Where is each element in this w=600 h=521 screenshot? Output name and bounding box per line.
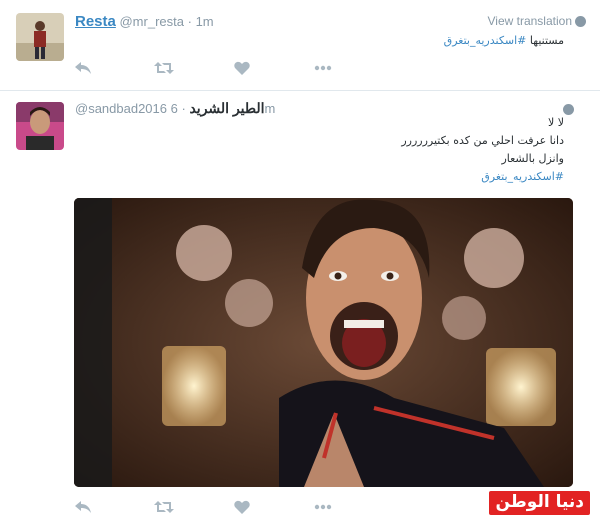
like-button[interactable] xyxy=(234,58,314,78)
timestamp[interactable]: 1m xyxy=(196,14,214,29)
more-icon xyxy=(314,65,332,71)
retweet-icon xyxy=(154,501,174,513)
more-button[interactable] xyxy=(314,58,394,78)
reply-icon xyxy=(75,62,91,74)
avatar[interactable] xyxy=(16,13,64,61)
tweet-header: Resta @mr_resta · 1m xyxy=(75,13,214,30)
hashtag-link[interactable]: #اسكندريه_بتغرق xyxy=(481,170,564,184)
tweet-sandbad: @sandbad2016 الطير الشريد · 6m لا لا دان… xyxy=(0,92,600,521)
globe-icon xyxy=(563,104,574,115)
reply-icon xyxy=(75,501,91,513)
view-translation-link[interactable]: View translation xyxy=(488,14,573,28)
more-button[interactable] xyxy=(314,497,394,517)
retweet-button[interactable] xyxy=(154,497,234,517)
tweet-resta: Resta @mr_resta · 1m View translation مس… xyxy=(0,0,600,91)
tweet-actions xyxy=(74,58,394,78)
reply-button[interactable] xyxy=(74,497,154,517)
handle[interactable]: @sandbad2016 xyxy=(75,101,167,116)
tweet-text-line: وانزل بالشعار xyxy=(501,152,564,165)
separator: · xyxy=(181,101,186,116)
watermark-logo: دنيا الوطن xyxy=(489,491,590,515)
tweet-text-body: مستنيها xyxy=(529,34,564,47)
tweet-text-line: دانا عرفت احلي من كده بكتيرررررر xyxy=(401,134,564,147)
tweet-media-photo[interactable] xyxy=(74,198,573,487)
tweet-text-line: لا لا xyxy=(547,116,564,129)
tweet-header: @sandbad2016 الطير الشريد · 6m xyxy=(75,100,275,117)
avatar[interactable] xyxy=(16,102,64,150)
tweet-actions xyxy=(74,497,394,517)
hashtag-link[interactable]: #اسكندريه_بتغرق xyxy=(444,34,527,47)
globe-icon xyxy=(575,16,586,27)
like-icon xyxy=(234,61,250,75)
like-button[interactable] xyxy=(234,497,314,517)
more-icon xyxy=(314,504,332,510)
retweet-button[interactable] xyxy=(154,58,234,78)
tweet-text: مستنيها #اسكندريه_بتغرق xyxy=(444,34,564,48)
like-icon xyxy=(234,500,250,514)
display-name[interactable]: الطير الشريد xyxy=(189,100,264,116)
display-name[interactable]: Resta xyxy=(75,13,116,30)
retweet-icon xyxy=(154,62,174,74)
separator: · xyxy=(187,14,192,29)
handle[interactable]: @mr_resta xyxy=(119,14,184,29)
reply-button[interactable] xyxy=(74,58,154,78)
